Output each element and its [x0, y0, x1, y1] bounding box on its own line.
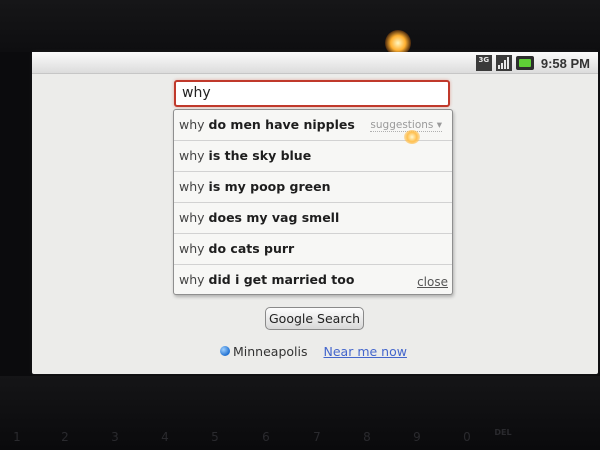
- key-5[interactable]: 5: [192, 430, 238, 450]
- location-city: Minneapolis: [233, 343, 308, 359]
- device-bezel-top: [0, 0, 600, 52]
- close-suggestions-link[interactable]: close: [417, 275, 448, 289]
- key-del[interactable]: DEL: [480, 428, 526, 448]
- suggestion-item[interactable]: why did i get married too close: [174, 265, 452, 296]
- suggestion-text: why does my vag smell: [179, 210, 340, 225]
- suggestion-text: why do cats purr: [179, 241, 295, 256]
- location-bar: Minneapolis Near me now: [220, 342, 407, 360]
- signal-icon: [495, 55, 512, 71]
- google-search-button[interactable]: Google Search: [265, 307, 364, 330]
- suggestion-item[interactable]: why is my poop green: [174, 172, 452, 203]
- suggestion-item[interactable]: why is the sky blue: [174, 141, 452, 172]
- key-7[interactable]: 7: [294, 430, 340, 450]
- status-bar: 3G 9:58 PM: [32, 52, 598, 74]
- location-dot-icon: [220, 346, 230, 356]
- status-time: 9:58 PM: [540, 55, 590, 71]
- key-1[interactable]: 1: [0, 430, 40, 450]
- search-input[interactable]: why: [174, 80, 450, 107]
- key-6[interactable]: 6: [243, 430, 289, 450]
- suggestion-text: why is my poop green: [179, 179, 331, 194]
- status-icons: 3G 9:58 PM: [475, 54, 590, 72]
- key-4[interactable]: 4: [142, 430, 188, 450]
- key-8[interactable]: 8: [344, 430, 390, 450]
- phone-screen: 3G 9:58 PM why why do men have nipples s…: [32, 52, 598, 374]
- suggestion-text: why do men have nipples: [179, 117, 355, 132]
- 3g-icon: 3G: [475, 55, 492, 71]
- keyboard-row: 1 2 3 4 5 6 7 8 9 0 DEL: [0, 428, 600, 450]
- suggestion-text: why did i get married too: [179, 272, 355, 287]
- key-9[interactable]: 9: [394, 430, 440, 450]
- screen-glare: [404, 130, 420, 144]
- suggestions-toggle[interactable]: suggestions ▾: [370, 119, 442, 132]
- suggestion-text: why is the sky blue: [179, 148, 312, 163]
- suggestion-item[interactable]: why do cats purr: [174, 234, 452, 265]
- near-me-now-link[interactable]: Near me now: [324, 344, 407, 359]
- key-2[interactable]: 2: [42, 430, 88, 450]
- battery-icon: [515, 56, 534, 70]
- key-3[interactable]: 3: [92, 430, 138, 450]
- suggestion-item[interactable]: why does my vag smell: [174, 203, 452, 234]
